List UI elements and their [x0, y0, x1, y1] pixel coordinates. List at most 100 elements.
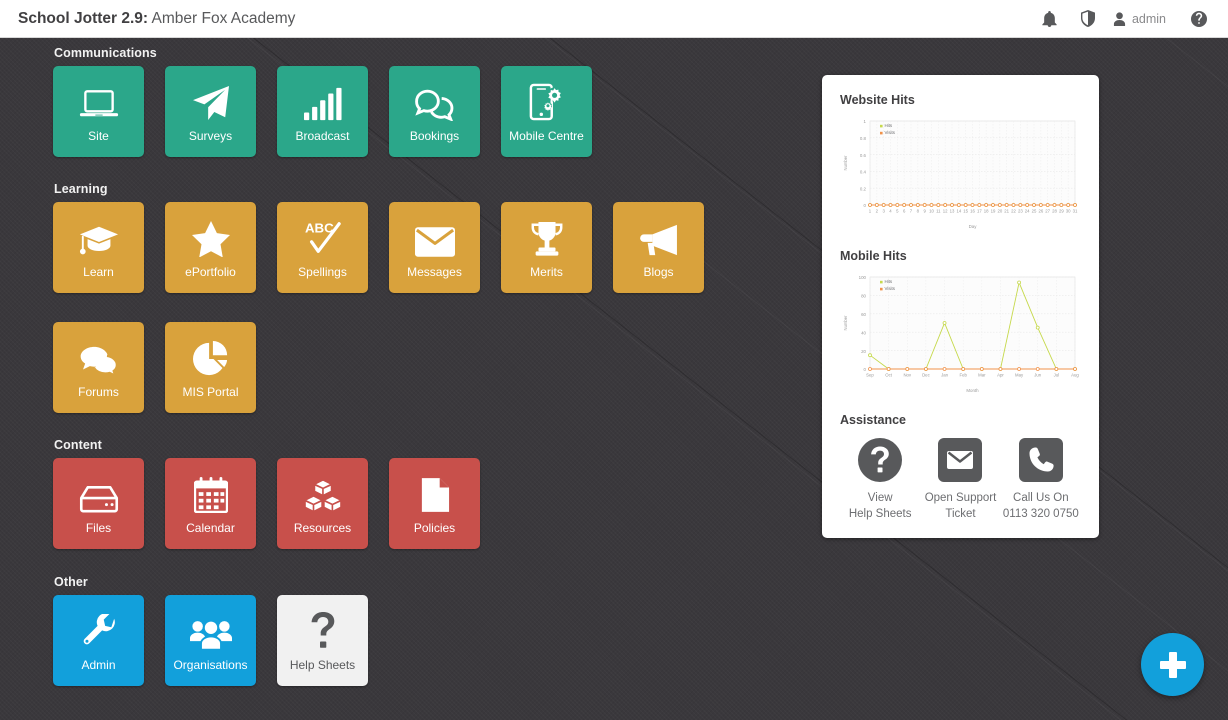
svg-text:40: 40 [861, 330, 866, 335]
svg-text:Dec: Dec [922, 373, 930, 378]
svg-text:1: 1 [864, 119, 867, 124]
tile-surveys[interactable]: Surveys [165, 66, 256, 157]
user-icon [1113, 11, 1126, 26]
svg-text:14: 14 [956, 209, 961, 214]
tile-admin[interactable]: Admin [53, 595, 144, 686]
svg-text:31: 31 [1073, 209, 1078, 214]
svg-text:21: 21 [1004, 209, 1009, 214]
trophy-icon [529, 215, 565, 257]
tile-label: Files [85, 521, 112, 536]
speech-bubbles-icon [414, 79, 455, 122]
svg-text:Mar: Mar [978, 373, 986, 378]
tile-label: MIS Portal [182, 385, 239, 400]
tile-calendar[interactable]: Calendar [165, 458, 256, 549]
svg-text:6: 6 [903, 209, 906, 214]
mobile-hits-title: Mobile Hits [840, 249, 907, 263]
tile-label: Broadcast [295, 129, 350, 144]
tile-site[interactable]: Site [53, 66, 144, 157]
svg-text:20: 20 [861, 349, 866, 354]
stats-panel: Website Hits 0 0.2 0.4 0.6 0.8 1 Number 1 2 3 4 5 6 7… [822, 75, 1099, 539]
section-other: Other Admin Organisations Help Sheets [0, 575, 368, 686]
envelope-square-icon [938, 437, 983, 483]
svg-text:17: 17 [977, 209, 982, 214]
tile-resources[interactable]: Resources [277, 458, 368, 549]
svg-text:0.2: 0.2 [860, 186, 867, 191]
tile-label: Policies [413, 521, 456, 536]
paper-plane-icon [192, 79, 230, 121]
tile-label: Site [88, 129, 109, 144]
svg-text:Visits: Visits [885, 286, 896, 291]
question-mark-icon [310, 608, 336, 650]
svg-text:Jul: Jul [1054, 373, 1060, 378]
website-hits-title: Website Hits [840, 93, 915, 107]
add-button[interactable] [1141, 633, 1204, 696]
tile-forums[interactable]: Forums [53, 322, 144, 413]
megaphone-icon [639, 215, 679, 257]
top-bar-actions: admin [1031, 0, 1228, 38]
svg-text:Feb: Feb [959, 373, 967, 378]
open-support-ticket-button[interactable]: Open Support Ticket [920, 437, 1000, 522]
svg-text:10: 10 [929, 209, 934, 214]
assistance-label: Call Us On 0113 320 0750 [1003, 491, 1079, 522]
tile-label: Messages [407, 265, 462, 280]
shield-icon [1080, 10, 1095, 27]
svg-text:0: 0 [864, 203, 867, 208]
assistance-title: Assistance [840, 413, 907, 427]
tile-messages[interactable]: Messages [389, 202, 480, 293]
app-name: School Jotter 2.9: [18, 9, 149, 27]
top-bar: School Jotter 2.9: Amber Fox Academy adm… [0, 0, 1228, 38]
svg-text:29: 29 [1059, 209, 1064, 214]
tile-help-sheets[interactable]: Help Sheets [277, 595, 368, 686]
speech-bubbles-icon [79, 335, 119, 378]
help-button[interactable] [1180, 0, 1218, 38]
tile-policies[interactable]: Policies [389, 458, 480, 549]
security-button[interactable] [1069, 0, 1107, 38]
tile-label: Help Sheets [289, 658, 356, 673]
svg-text:9: 9 [923, 209, 926, 214]
tile-merits[interactable]: Merits [501, 202, 592, 293]
tile-label: Blogs [643, 265, 674, 280]
tile-row: Files Calendar Resources Policies [53, 458, 480, 549]
view-help-sheets-button[interactable]: View Help Sheets [840, 437, 920, 522]
tile-label: Organisations [173, 658, 248, 673]
tile-mis-portal[interactable]: MIS Portal [165, 322, 256, 413]
tile-label: Mobile Centre [509, 129, 584, 144]
assistance-label: Open Support Ticket [925, 491, 997, 522]
svg-text:0.6: 0.6 [860, 153, 867, 158]
tile-blogs[interactable]: Blogs [613, 202, 704, 293]
tile-learn[interactable]: Learn [53, 202, 144, 293]
app-tiles-area: Communications Site Surveys Broadcast Bo… [0, 38, 800, 720]
assistance-actions: View Help Sheets Open Support Ticket Cal… [840, 437, 1081, 522]
assistance-label: View Help Sheets [849, 491, 912, 522]
pie-chart-icon [192, 335, 229, 377]
help-icon [1191, 10, 1207, 27]
svg-text:Hits: Hits [885, 279, 893, 284]
call-us-button[interactable]: Call Us On 0113 320 0750 [1001, 437, 1081, 522]
tile-organisations[interactable]: Organisations [165, 595, 256, 686]
svg-text:Visits: Visits [885, 130, 896, 135]
notifications-button[interactable] [1031, 0, 1069, 38]
tile-label: Bookings [409, 129, 460, 144]
tile-label: Merits [530, 265, 563, 280]
tile-broadcast[interactable]: Broadcast [277, 66, 368, 157]
tile-bookings[interactable]: Bookings [389, 66, 480, 157]
tile-mobile-centre[interactable]: Mobile Centre [501, 66, 592, 157]
svg-text:22: 22 [1011, 209, 1016, 214]
user-name-label: admin [1131, 11, 1166, 26]
section-title: Communications [54, 46, 157, 60]
svg-text:2: 2 [876, 209, 879, 214]
svg-text:23: 23 [1018, 209, 1023, 214]
assistance-line1: Open Support [924, 492, 997, 504]
phone-square-icon [1018, 437, 1063, 483]
svg-text:Apr: Apr [997, 373, 1004, 378]
document-icon [420, 471, 450, 513]
svg-text:1: 1 [869, 209, 872, 214]
user-menu[interactable]: admin [1107, 12, 1180, 26]
tile-files[interactable]: Files [53, 458, 144, 549]
wrench-icon [81, 608, 117, 650]
assistance-line2: Help Sheets [848, 507, 912, 520]
svg-text:0.8: 0.8 [860, 136, 867, 141]
tile-spellings[interactable]: ABC Spellings [277, 202, 368, 293]
people-icon [189, 608, 232, 651]
tile-eportfolio[interactable]: ePortfolio [165, 202, 256, 293]
